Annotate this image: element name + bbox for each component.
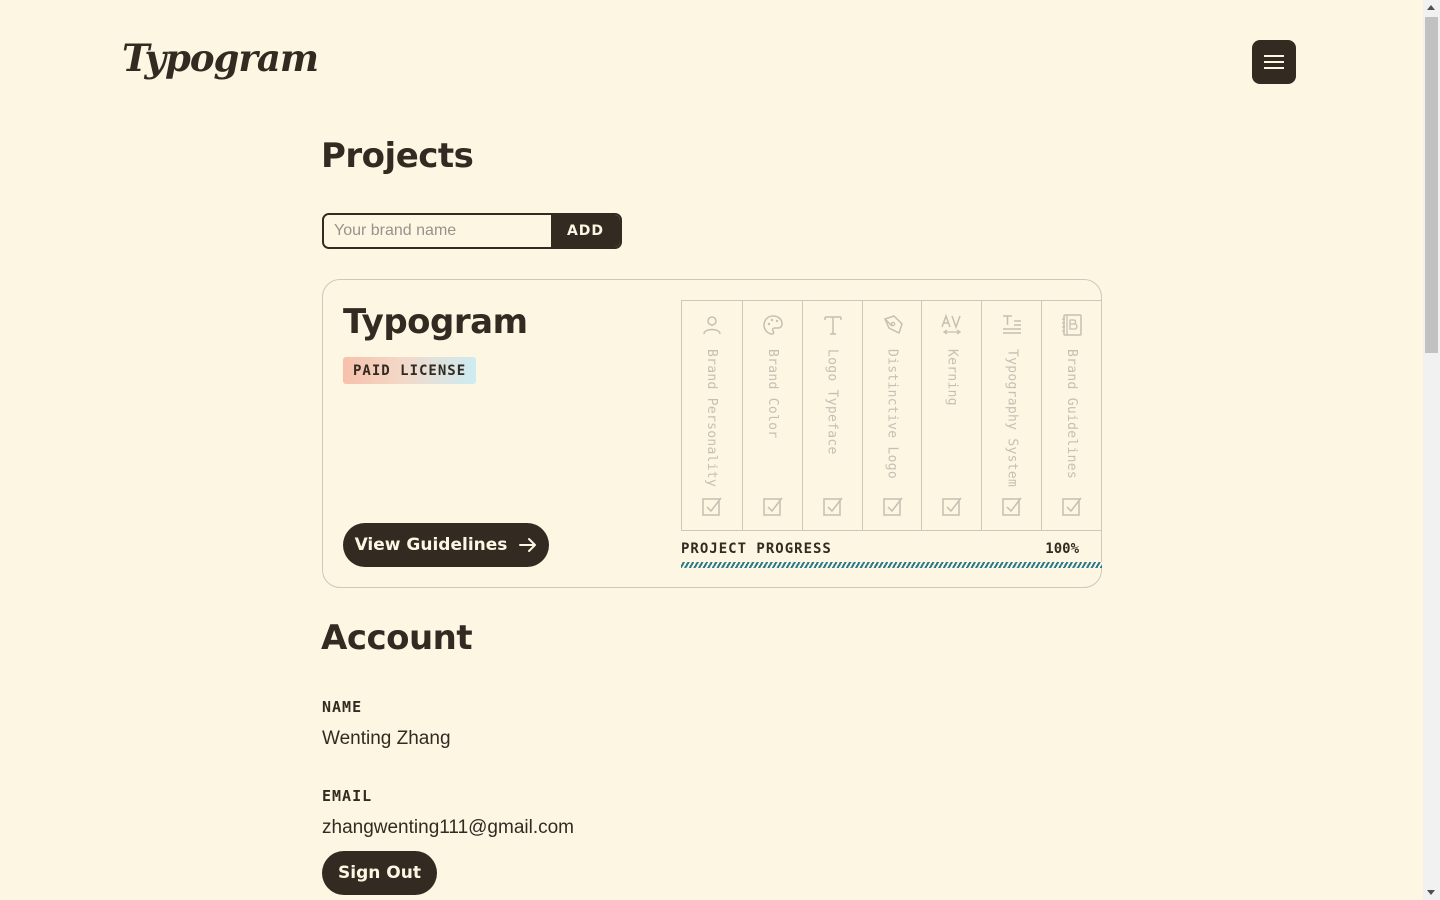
text-lines-icon [1003,315,1022,334]
step-label: Kerning [944,349,960,406]
checkbox-checked-icon [882,497,903,516]
step-kerning[interactable]: Kerning [921,301,981,530]
sign-out-button[interactable]: Sign Out [322,851,437,895]
projects-title: Projects [321,136,474,176]
book-icon [1062,314,1082,336]
arrow-right-icon [519,538,537,552]
hamburger-icon [1264,55,1284,69]
checkbox-checked-icon [822,497,843,516]
progress-bar-fill [681,562,1102,568]
palette-icon [763,315,783,335]
step-label: Distinctive Logo [884,349,900,480]
progress-label: PROJECT PROGRESS [681,541,832,557]
scrollbar-thumb[interactable] [1425,17,1438,353]
add-project-form: ADD [322,213,622,249]
typeface-icon [823,316,842,335]
brand-name-input[interactable] [324,215,551,247]
pen-nib-icon [883,315,903,335]
checkbox-checked-icon [1002,497,1022,516]
checkbox-checked-icon [702,497,722,516]
step-distinctive-logo[interactable]: Distinctive Logo [861,301,922,530]
step-label: Brand Color [764,349,780,439]
step-label: Logo Typeface [824,349,840,455]
project-card: Typogram PAID LICENSE View Guidelines Br… [322,279,1102,588]
step-label: Brand Personality [704,349,719,488]
step-logo-typeface[interactable]: Logo Typeface [801,301,862,530]
checkbox-checked-icon [942,497,963,516]
email-value: zhangwenting111@gmail.com [322,817,575,838]
kerning-icon [941,313,962,335]
step-brand-personality[interactable]: Brand Personality [682,301,742,530]
email-label: EMAIL [322,787,373,805]
step-typography-system[interactable]: Typography System [981,301,1041,530]
progress-value: 100% [1045,541,1079,557]
scroll-down-arrow-icon[interactable] [1427,890,1435,895]
person-icon [703,316,721,335]
name-value: Wenting Zhang [322,728,451,749]
checkbox-checked-icon [763,497,783,516]
step-label: Typography System [1004,349,1020,488]
scroll-up-arrow-icon[interactable] [1427,5,1435,10]
name-label: NAME [322,698,363,716]
step-brand-guidelines[interactable]: Brand Guidelines [1041,301,1101,530]
progress-bar [681,562,1102,568]
menu-button[interactable] [1252,40,1296,84]
view-guidelines-label: View Guidelines [354,535,508,555]
step-brand-color[interactable]: Brand Color [741,301,802,530]
scrollbar[interactable] [1423,0,1440,900]
view-guidelines-button[interactable]: View Guidelines [343,523,549,567]
checkbox-checked-icon [1062,497,1082,516]
add-button[interactable]: ADD [551,215,620,247]
account-title: Account [321,618,473,658]
step-label: Brand Guidelines [1064,349,1080,480]
typogram-logo[interactable]: Typogram [122,36,319,80]
project-name: Typogram [343,302,528,342]
license-badge: PAID LICENSE [343,357,477,384]
progress-steps: Brand Personality Brand Color Logo Typef… [681,300,1102,531]
